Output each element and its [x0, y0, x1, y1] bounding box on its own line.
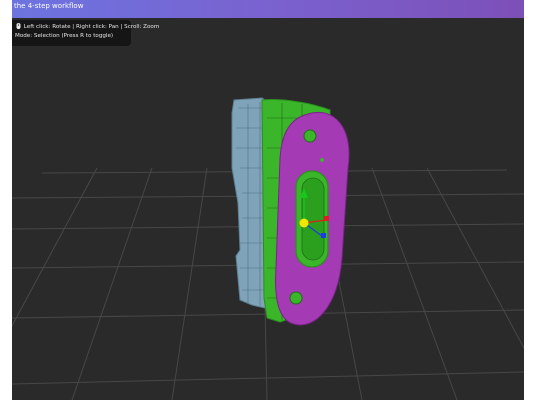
gizmo-center-handle	[299, 218, 309, 228]
grid-line	[71, 167, 153, 400]
grid-line	[171, 167, 208, 400]
small-hole	[320, 158, 324, 162]
mounting-hole	[289, 291, 303, 305]
scene-canvas[interactable]	[12, 18, 524, 400]
mounting-hole	[303, 129, 317, 143]
mode-status-text: Mode: Selection (Press R to toggle)	[15, 33, 114, 39]
mesh-model[interactable]	[231, 97, 350, 326]
grid-line	[371, 167, 458, 400]
right-edge	[524, 0, 534, 400]
z-axis-handle	[321, 233, 326, 238]
workflow-banner: the 4-step workflow	[12, 0, 524, 18]
left-edge	[0, 0, 12, 400]
controls-hud: 🖱️ Left click: Rotate | Right click: Pan…	[12, 20, 160, 46]
grid-line	[426, 167, 524, 350]
3d-viewport[interactable]: 🖱️ Left click: Rotate | Right click: Pan…	[12, 18, 524, 400]
x-axis-handle	[324, 216, 329, 221]
workflow-banner-text: the 4-step workflow	[14, 2, 84, 10]
controls-help-text: 🖱️ Left click: Rotate | Right click: Pan…	[15, 24, 160, 30]
